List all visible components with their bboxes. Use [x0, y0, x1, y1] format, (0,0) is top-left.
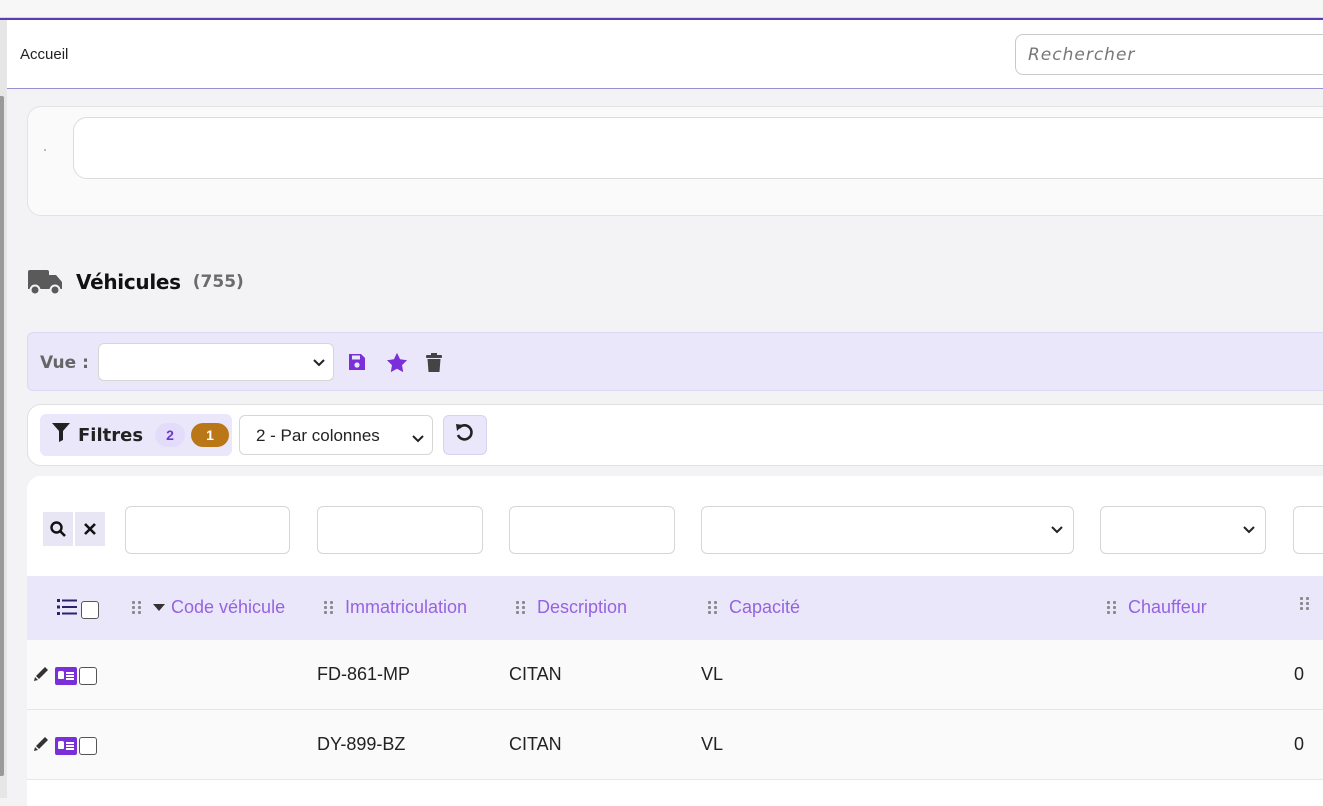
- reset-button[interactable]: [443, 415, 487, 455]
- table-row[interactable]: DY-899-BZ CITAN VL 0: [27, 710, 1323, 780]
- filters-label: Filtres: [78, 424, 144, 446]
- filter-next-input[interactable]: [1293, 506, 1323, 554]
- close-icon[interactable]: [75, 512, 105, 546]
- column-header-description[interactable]: Description: [516, 597, 627, 618]
- cell-description: CITAN: [509, 734, 562, 754]
- filter-chauffeur-select[interactable]: [1100, 506, 1266, 554]
- select-all-checkbox[interactable]: [81, 600, 99, 619]
- search-input[interactable]: [1015, 34, 1323, 75]
- filter-mode-value: 2 - Par colonnes: [256, 426, 380, 445]
- drag-handle-icon[interactable]: [1300, 597, 1309, 610]
- record-count: (755): [192, 272, 244, 292]
- save-icon[interactable]: [346, 351, 368, 373]
- column-chooser[interactable]: [57, 599, 99, 620]
- filter-description-input[interactable]: [509, 506, 675, 554]
- top-panel-field[interactable]: [73, 117, 1323, 179]
- column-label: Code véhicule: [171, 597, 286, 617]
- row-actions: [33, 734, 97, 757]
- filters-count-badge: 2: [155, 423, 186, 447]
- column-filter-row: [27, 476, 1323, 576]
- chevron-down-icon: [1243, 523, 1255, 537]
- cell-capacite: VL: [701, 664, 724, 684]
- sidebar-scrollbar[interactable]: [0, 96, 4, 776]
- page-title: Véhicules: [76, 270, 181, 294]
- drag-handle-icon[interactable]: [1107, 601, 1116, 614]
- id-card-icon[interactable]: [55, 736, 77, 755]
- panel-dot: [44, 149, 46, 151]
- sort-desc-icon[interactable]: [153, 604, 165, 611]
- column-header-capacite[interactable]: Capacité: [708, 597, 800, 618]
- view-bar: Vue :: [27, 332, 1323, 391]
- browser-chrome: [0, 0, 1323, 18]
- pencil-icon[interactable]: [33, 664, 51, 687]
- column-header-chauffeur[interactable]: Chauffeur: [1107, 597, 1207, 618]
- drag-handle-icon[interactable]: [516, 601, 525, 614]
- filter-icon: [52, 423, 70, 447]
- column-label: Capacité: [729, 597, 801, 617]
- search-icon[interactable]: [43, 512, 73, 546]
- drag-handle-icon[interactable]: [324, 601, 333, 614]
- star-icon[interactable]: [386, 351, 408, 373]
- filter-capacite-select[interactable]: [701, 506, 1074, 554]
- list-icon[interactable]: [57, 599, 77, 620]
- pencil-icon[interactable]: [33, 734, 51, 757]
- column-label: Chauffeur: [1128, 597, 1207, 617]
- cell-extra: 0: [1294, 664, 1305, 684]
- top-bar: Accueil: [7, 20, 1323, 89]
- cell-extra: 0: [1294, 734, 1305, 754]
- page-header: Véhicules (755): [27, 262, 244, 302]
- chevron-down-icon: [1051, 523, 1063, 537]
- filter-bar: Filtres 2 1 2 - Par colonnes: [27, 404, 1323, 466]
- table-row[interactable]: FD-861-MP CITAN VL 0: [27, 640, 1323, 710]
- view-select[interactable]: [98, 343, 334, 381]
- row-checkbox[interactable]: [79, 736, 97, 755]
- row-checkbox[interactable]: [79, 666, 97, 685]
- id-card-icon[interactable]: [55, 666, 77, 685]
- breadcrumb-home[interactable]: Accueil: [20, 46, 68, 63]
- column-header-next[interactable]: [1300, 597, 1321, 610]
- drag-handle-icon[interactable]: [132, 601, 141, 614]
- chevron-down-icon: [313, 356, 325, 370]
- truck-icon: [27, 266, 65, 298]
- column-label: Description: [537, 597, 628, 617]
- filter-immatriculation-input[interactable]: [317, 506, 483, 554]
- view-label: Vue :: [40, 353, 89, 373]
- cell-immatriculation: DY-899-BZ: [317, 734, 406, 754]
- column-header-immatriculation[interactable]: Immatriculation: [324, 597, 467, 618]
- active-filters-badge: 1: [191, 423, 230, 447]
- undo-icon: [455, 423, 475, 448]
- chevron-down-icon: [412, 432, 424, 446]
- filters-button[interactable]: Filtres 2 1: [40, 414, 232, 456]
- cell-description: CITAN: [509, 664, 562, 684]
- trash-icon[interactable]: [423, 351, 445, 373]
- column-label: Immatriculation: [345, 597, 468, 617]
- main-content: Véhicules (755) Vue : Filtres 2 1 2 - Pa…: [7, 90, 1323, 806]
- data-grid: Code véhicule Immatriculation Descriptio…: [27, 476, 1323, 806]
- table-header: Code véhicule Immatriculation Descriptio…: [27, 576, 1323, 640]
- filter-code-input[interactable]: [125, 506, 290, 554]
- filter-mode-select[interactable]: 2 - Par colonnes: [239, 415, 433, 455]
- row-actions: [33, 664, 97, 687]
- cell-immatriculation: FD-861-MP: [317, 664, 411, 684]
- top-panel: [27, 106, 1323, 216]
- cell-capacite: VL: [701, 734, 724, 754]
- left-rail: [0, 20, 7, 798]
- drag-handle-icon[interactable]: [708, 601, 717, 614]
- column-header-code[interactable]: Code véhicule: [132, 597, 285, 618]
